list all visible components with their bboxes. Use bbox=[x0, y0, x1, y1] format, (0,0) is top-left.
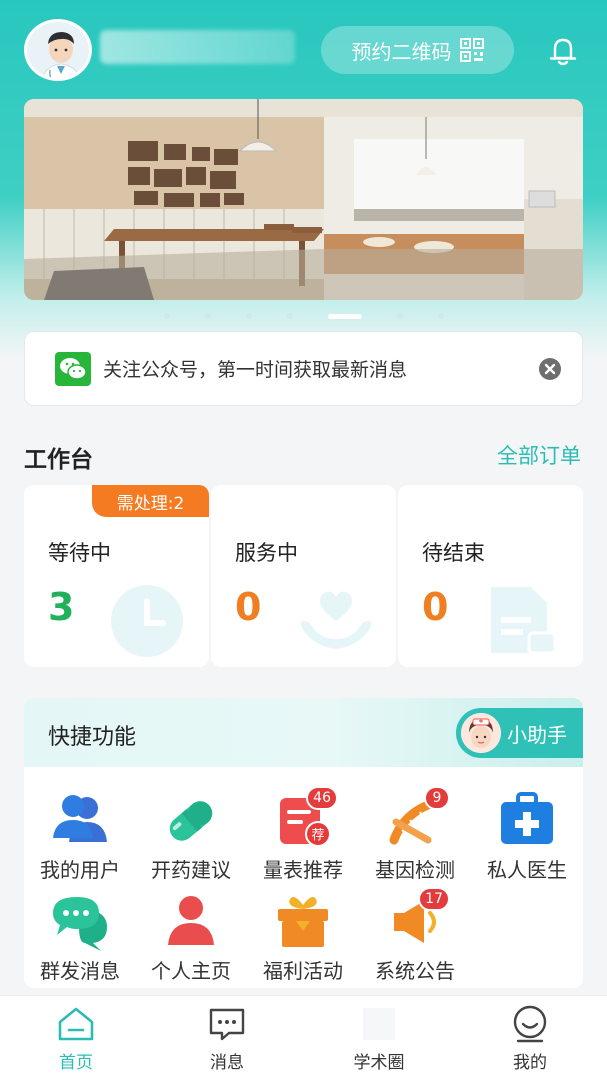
quick-functions-title: 快捷功能 bbox=[48, 725, 137, 750]
quick-item-label: 我的用户 bbox=[40, 858, 120, 882]
quick-item-mass-message[interactable]: 群发消息 bbox=[24, 893, 136, 988]
badge-count: 46 bbox=[306, 786, 338, 810]
quick-item-scale-recommend[interactable]: 荐 46 量表推荐 bbox=[247, 786, 359, 888]
quick-item-label: 量表推荐 bbox=[263, 858, 343, 882]
bottom-tab-bar: 首页 消息 学术圈 我的 bbox=[0, 995, 607, 1080]
notice-text: 关注公众号，第一时间获取最新消息 bbox=[103, 359, 408, 381]
person-icon bbox=[160, 893, 222, 951]
banner-image bbox=[24, 99, 583, 300]
tab-home[interactable]: 首页 bbox=[16, 1004, 136, 1079]
profile-icon bbox=[513, 1005, 547, 1043]
pagination-dot[interactable] bbox=[245, 313, 252, 319]
to-end-card[interactable]: 待结束 0 bbox=[398, 485, 583, 667]
close-icon[interactable] bbox=[538, 357, 562, 381]
quick-functions-panel: 快捷功能 小助手 我的用户 开药建议 荐 46 量表推荐 9 基因检测 私人医生… bbox=[24, 698, 583, 988]
quick-item-label: 私人医生 bbox=[487, 858, 567, 882]
pending-tag: 需处理:2 bbox=[92, 485, 209, 517]
quick-item-personal-home[interactable]: 个人主页 bbox=[135, 893, 247, 988]
all-orders-link[interactable]: 全部订单 bbox=[497, 440, 581, 470]
quick-item-label: 群发消息 bbox=[40, 959, 120, 983]
doctor-name-blurred bbox=[100, 30, 295, 64]
dna-icon: 9 bbox=[384, 786, 450, 850]
quick-item-label: 系统公告 bbox=[375, 959, 455, 983]
pagination-dot[interactable] bbox=[204, 313, 211, 319]
quick-item-label: 个人主页 bbox=[151, 959, 231, 983]
pagination-dot[interactable] bbox=[396, 313, 403, 319]
card-value: 3 bbox=[48, 585, 75, 629]
pagination-dot[interactable] bbox=[286, 313, 293, 319]
document-icon bbox=[491, 587, 557, 655]
waiting-card[interactable]: 需处理:2 等待中 3 bbox=[24, 485, 209, 667]
badge-count: 9 bbox=[424, 786, 450, 810]
quick-item-gene-test[interactable]: 9 基因检测 bbox=[359, 786, 471, 888]
quick-item-announcement[interactable]: 17 系统公告 bbox=[359, 887, 471, 988]
banner-carousel[interactable] bbox=[24, 99, 583, 300]
message-icon bbox=[209, 1008, 245, 1041]
tab-academic[interactable]: 学术圈 bbox=[319, 1004, 439, 1079]
heart-hands-icon bbox=[300, 591, 372, 649]
card-label: 等待中 bbox=[48, 541, 111, 565]
quick-item-welfare[interactable]: 福利活动 bbox=[247, 893, 359, 988]
pagination-dot[interactable] bbox=[437, 313, 444, 319]
in-service-card[interactable]: 服务中 0 bbox=[211, 485, 396, 667]
card-label: 待结束 bbox=[422, 541, 485, 565]
tab-label: 学术圈 bbox=[353, 1053, 405, 1073]
megaphone-icon: 17 bbox=[384, 887, 450, 951]
tab-label: 消息 bbox=[210, 1053, 244, 1073]
quick-item-my-users[interactable]: 我的用户 bbox=[24, 792, 136, 888]
card-label: 服务中 bbox=[235, 541, 298, 565]
workbench-title: 工作台 bbox=[24, 447, 93, 473]
quick-item-label: 福利活动 bbox=[263, 959, 343, 983]
users-icon bbox=[49, 792, 111, 850]
pagination-dot[interactable] bbox=[163, 313, 170, 319]
doctor-avatar[interactable] bbox=[24, 19, 92, 81]
pill-icon bbox=[160, 792, 222, 850]
card-value: 0 bbox=[235, 585, 262, 629]
card-value: 0 bbox=[422, 585, 449, 629]
qr-button-label: 预约二维码 bbox=[351, 39, 452, 64]
gift-box-icon bbox=[272, 893, 334, 951]
tab-profile[interactable]: 我的 bbox=[470, 1004, 590, 1079]
pagination-dot-active[interactable] bbox=[327, 313, 362, 319]
quick-item-prescription[interactable]: 开药建议 bbox=[135, 792, 247, 888]
wechat-icon bbox=[55, 351, 91, 386]
notification-bell-icon[interactable] bbox=[546, 34, 580, 68]
wechat-follow-notice[interactable]: 关注公众号，第一时间获取最新消息 bbox=[24, 331, 583, 406]
assistant-label: 小助手 bbox=[507, 722, 567, 747]
banner-pagination bbox=[0, 311, 607, 321]
medical-kit-icon bbox=[496, 792, 558, 850]
quick-item-label: 基因检测 bbox=[375, 858, 455, 882]
home-icon bbox=[58, 1007, 94, 1041]
nurse-avatar-icon bbox=[461, 713, 501, 753]
top-header: 预约二维码 bbox=[0, 0, 607, 100]
badge-count: 17 bbox=[418, 887, 450, 911]
quick-item-label: 开药建议 bbox=[151, 858, 231, 882]
tab-label: 我的 bbox=[513, 1053, 547, 1073]
quick-item-private-doctor[interactable]: 私人医生 bbox=[471, 792, 583, 888]
svg-text:荐: 荐 bbox=[311, 828, 324, 843]
quick-functions-header: 快捷功能 小助手 bbox=[24, 698, 583, 767]
assistant-button[interactable]: 小助手 bbox=[456, 708, 583, 758]
chat-bubbles-icon bbox=[49, 893, 111, 951]
tab-messages[interactable]: 消息 bbox=[167, 1004, 287, 1079]
qr-code-icon bbox=[459, 38, 484, 62]
academic-icon bbox=[363, 1008, 395, 1040]
form-recommend-icon: 荐 46 bbox=[272, 786, 338, 850]
tab-label: 首页 bbox=[59, 1053, 93, 1073]
clock-icon bbox=[111, 585, 183, 657]
appointment-qr-button[interactable]: 预约二维码 bbox=[321, 26, 514, 74]
